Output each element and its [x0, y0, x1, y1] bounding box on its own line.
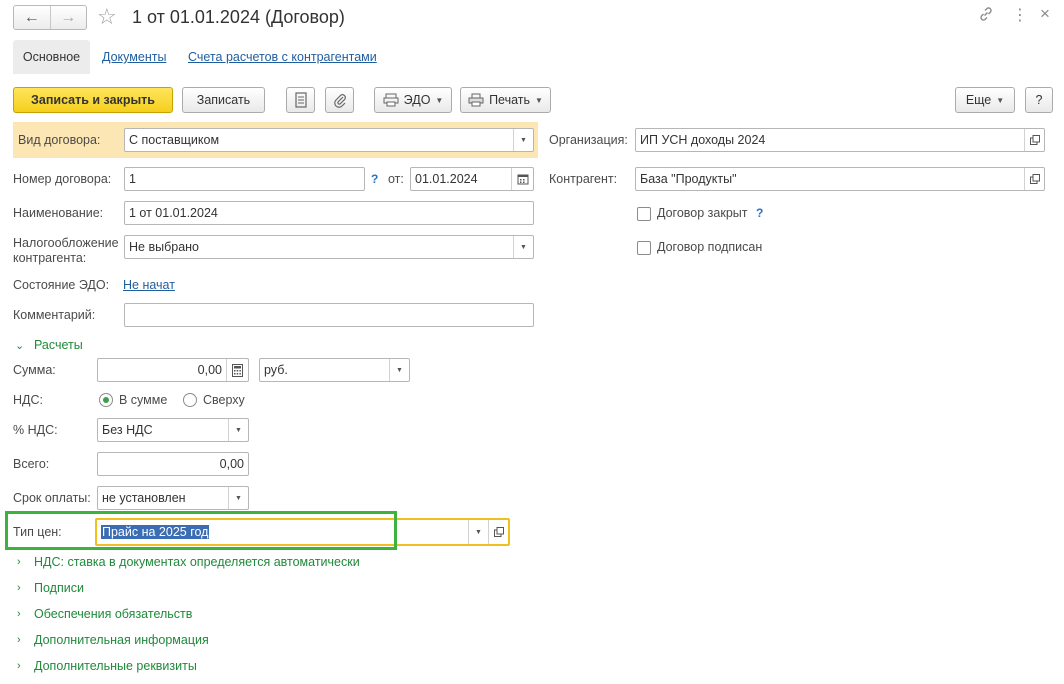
chevron-down-icon: ▼	[535, 95, 543, 105]
comment-label: Комментарий:	[13, 308, 96, 322]
payment-term-select[interactable]: не установлен ▼	[97, 486, 249, 510]
help-icon[interactable]: ?	[371, 172, 378, 186]
vat-rate-section-toggle[interactable]: НДС: ставка в документах определяется ав…	[34, 555, 360, 569]
name-label: Наименование:	[13, 206, 104, 220]
organization-input[interactable]: ИП УСН доходы 2024	[635, 128, 1045, 152]
obligations-section-toggle[interactable]: Обеспечения обязательств	[34, 607, 192, 621]
currency-select[interactable]: руб. ▼	[259, 358, 410, 382]
name-input[interactable]: 1 от 01.01.2024	[124, 201, 534, 225]
open-icon[interactable]	[1024, 168, 1044, 190]
contract-closed-checkbox[interactable]	[637, 207, 651, 221]
chevron-down-icon[interactable]: ▼	[468, 520, 488, 544]
edo-state-link[interactable]: Не начат	[123, 278, 175, 292]
counterparty-input[interactable]: База "Продукты"	[635, 167, 1045, 191]
chevron-down-icon[interactable]: ▼	[389, 359, 409, 381]
paperclip-icon[interactable]	[325, 87, 354, 113]
save-and-close-button[interactable]: Записать и закрыть	[13, 87, 173, 113]
vertical-dots-icon[interactable]: ⋮	[1012, 5, 1028, 25]
vat-on-top-radio[interactable]	[183, 393, 197, 407]
vat-in-sum-label: В сумме	[119, 393, 168, 407]
taxation-label-line2: контрагента:	[13, 251, 87, 265]
taxation-select[interactable]: Не выбрано ▼	[124, 235, 534, 259]
total-input[interactable]: 0,00	[97, 452, 249, 476]
contract-type-label: Вид договора:	[18, 133, 101, 147]
chevron-down-icon[interactable]: ▼	[228, 419, 248, 441]
contract-signed-checkbox[interactable]	[637, 241, 651, 255]
taxation-label-line1: Налогообложение	[13, 236, 119, 250]
contract-number-input[interactable]: 1	[124, 167, 365, 191]
sum-input[interactable]: 0,00	[97, 358, 249, 382]
edo-button[interactable]: ЭДО ▼	[374, 87, 452, 113]
chevron-down-icon[interactable]: ⌄	[15, 339, 24, 352]
contract-type-select[interactable]: С поставщиком ▼	[124, 128, 534, 152]
save-button[interactable]: Записать	[182, 87, 265, 113]
comment-input[interactable]	[124, 303, 534, 327]
chevron-down-icon[interactable]: ▼	[228, 487, 248, 509]
help-button[interactable]: ?	[1025, 87, 1053, 113]
vat-label: НДС:	[13, 393, 43, 407]
printer-icon	[468, 93, 484, 107]
link-icon[interactable]	[978, 6, 994, 26]
settlements-section-toggle[interactable]: Расчеты	[34, 338, 83, 352]
chevron-down-icon[interactable]: ▼	[513, 129, 533, 151]
vat-rate-label: % НДС:	[13, 423, 58, 437]
close-icon[interactable]: ×	[1040, 4, 1050, 24]
signatures-section-toggle[interactable]: Подписи	[34, 581, 84, 595]
counterparty-label: Контрагент:	[549, 172, 618, 186]
chevron-right-icon[interactable]: ›	[17, 660, 21, 672]
chevron-down-icon: ▼	[435, 95, 444, 105]
contract-signed-label: Договор подписан	[657, 240, 763, 254]
open-icon[interactable]	[1024, 129, 1044, 151]
contract-date-input[interactable]: 01.01.2024	[410, 167, 534, 191]
list-icon[interactable]	[286, 87, 315, 113]
vat-in-sum-radio[interactable]	[99, 393, 113, 407]
calculator-icon[interactable]	[226, 359, 248, 381]
chevron-down-icon[interactable]: ▼	[513, 236, 533, 258]
tab-main[interactable]: Основное	[13, 40, 90, 74]
chevron-right-icon[interactable]: ›	[17, 608, 21, 620]
arrow-right-icon[interactable]: →	[49, 6, 87, 29]
price-type-select[interactable]: Прайс на 2025 год ▼	[95, 518, 510, 546]
chevron-right-icon[interactable]: ›	[17, 556, 21, 568]
print-button[interactable]: Печать ▼	[460, 87, 551, 113]
chevron-down-icon: ▼	[996, 95, 1005, 105]
edo-state-label: Состояние ЭДО:	[13, 278, 110, 292]
open-icon[interactable]	[488, 520, 508, 544]
additional-info-section-toggle[interactable]: Дополнительная информация	[34, 633, 209, 647]
tab-documents[interactable]: Документы	[102, 50, 166, 64]
date-label: от:	[388, 172, 404, 186]
chevron-right-icon[interactable]: ›	[17, 634, 21, 646]
organization-label: Организация:	[549, 133, 628, 147]
vat-rate-select[interactable]: Без НДС ▼	[97, 418, 249, 442]
price-type-label: Тип цен:	[13, 525, 62, 539]
arrow-left-icon[interactable]: ←	[14, 6, 50, 29]
more-button[interactable]: Еще ▼	[955, 87, 1015, 113]
vat-on-top-label: Сверху	[203, 393, 245, 407]
additional-attributes-section-toggle[interactable]: Дополнительные реквизиты	[34, 659, 197, 673]
sum-label: Сумма:	[13, 363, 56, 377]
navigation-buttons: ← →	[13, 5, 87, 30]
tab-settlement-accounts[interactable]: Счета расчетов с контрагентами	[188, 50, 377, 64]
contract-number-label: Номер договора:	[13, 172, 112, 186]
total-label: Всего:	[13, 457, 50, 471]
edo-icon	[383, 93, 399, 107]
page-title: 1 от 01.01.2024 (Договор)	[132, 7, 345, 27]
calendar-icon[interactable]	[511, 168, 533, 190]
chevron-right-icon[interactable]: ›	[17, 582, 21, 594]
payment-term-label: Срок оплаты:	[13, 491, 91, 505]
help-icon[interactable]: ?	[756, 206, 763, 220]
contract-closed-label: Договор закрыт	[657, 206, 748, 220]
star-icon[interactable]: ☆	[97, 4, 117, 30]
